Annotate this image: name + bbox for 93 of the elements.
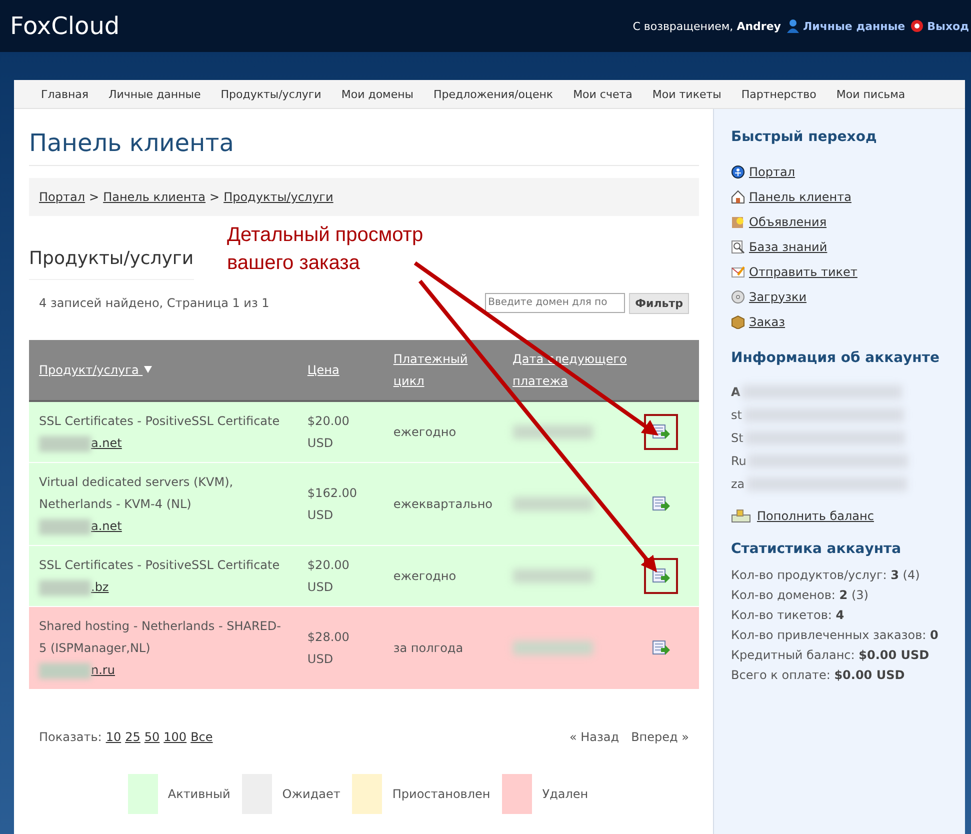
details-icon[interactable] (652, 496, 670, 512)
breadcrumb-link[interactable]: Продукты/услуги (224, 190, 334, 204)
house-icon (731, 190, 745, 204)
page-size-link[interactable]: Все (190, 730, 213, 744)
account-info-text: Ru (731, 454, 746, 468)
account-info-text: St (731, 430, 744, 444)
price: $28.00 USD (307, 630, 350, 666)
domain-filter-field[interactable]: Введите домен для по (485, 292, 626, 312)
quick-link[interactable]: Портал (749, 164, 795, 178)
product-name: Virtual dedicated servers (KVM), Netherlands - KVM-4 (NL) (39, 474, 234, 513)
next-link[interactable]: Вперед » (631, 730, 689, 744)
blurred-area (39, 580, 91, 596)
section-title: Продукты/услуги (29, 248, 194, 280)
nav-item[interactable]: Предложения/оценк (434, 88, 554, 100)
nav-item[interactable]: Главная (41, 88, 89, 100)
page-size-link[interactable]: 50 (144, 730, 160, 744)
logout-link[interactable]: Выход (910, 19, 969, 33)
money-icon (731, 509, 751, 523)
billing-cycle: ежегодно (393, 425, 456, 439)
nav-item[interactable]: Мои письма (836, 88, 906, 100)
legend-label: Удален (542, 787, 588, 801)
prev-link[interactable]: « Назад (570, 730, 620, 744)
records-info: 4 записей найдено, Страница 1 из 1 (39, 296, 270, 310)
product-name: SSL Certificates - PositiveSSL Certificate (39, 413, 281, 430)
stat-line: Кредитный баланс: $0.00 USD (731, 647, 930, 664)
stat-line: Кол-во продуктов/услуг: 3 (4) (731, 567, 921, 584)
nav-item[interactable]: Мои домены (341, 88, 414, 100)
billing-cycle: за полгода (393, 641, 464, 655)
legend-label: Активный (168, 787, 230, 801)
price: $162.00 USD (307, 486, 358, 522)
user-icon (786, 19, 800, 33)
domain-link[interactable]: a.net (91, 519, 122, 533)
nav-item[interactable]: Продукты/услуги (220, 88, 322, 100)
blurred-area (39, 662, 91, 679)
billing-cycle: ежеквартально (393, 497, 492, 511)
box-icon (731, 314, 745, 328)
account-info-text: za (731, 476, 745, 490)
nav-item[interactable]: Мои счета (573, 88, 632, 100)
stat-line: Кол-во доменов: 2 (3) (731, 587, 870, 604)
page-size-link[interactable]: 10 (106, 730, 122, 744)
blurred-area (39, 518, 91, 535)
details-icon[interactable] (652, 424, 670, 440)
envelope-icon (731, 264, 745, 278)
welcome-text: С возвращением, Andrey (632, 20, 781, 32)
notice-icon (731, 214, 745, 228)
legend-label: Приостановлен (392, 787, 490, 801)
power-icon (910, 19, 924, 33)
details-icon[interactable] (652, 568, 670, 584)
domain-link[interactable]: a.net (91, 436, 122, 450)
globe-icon (731, 164, 745, 178)
top-up-link[interactable]: Пополнить баланс (757, 509, 874, 523)
quick-link[interactable]: Отправить тикет (749, 264, 858, 278)
nav-item[interactable]: Партнерство (741, 88, 816, 100)
stats-title: Статистика аккаунта (731, 541, 902, 557)
breadcrumb-separator: > (210, 190, 220, 204)
quick-link[interactable]: База знаний (749, 240, 828, 254)
legend-label: Ожидает (282, 787, 340, 801)
domain-link[interactable]: .bz (91, 580, 109, 594)
stat-line: Кол-во тикетов: 4 (731, 607, 846, 624)
quick-link[interactable]: Объявления (749, 214, 827, 228)
account-info-text: A (731, 384, 740, 398)
product-name: Shared hosting - Netherlands - SHARED-5 (ISPManager,NL) (39, 618, 282, 657)
domain-link[interactable]: n.ru (91, 663, 115, 677)
annotation-text: Детальный просмотр вашего заказа (227, 223, 424, 276)
filter-button[interactable]: Фильтр (629, 292, 689, 314)
disc-icon (731, 290, 745, 304)
blurred-area (39, 436, 91, 452)
page-size-link[interactable]: 100 (164, 730, 187, 744)
nav-item[interactable]: Личные данные (108, 88, 201, 100)
breadcrumb-separator: > (89, 190, 100, 204)
stat-line: Кол-во привлеченных заказов: 0 (731, 627, 940, 644)
quick-links-title: Быстрый переход (731, 129, 878, 145)
column-header[interactable]: Продукт/услуга (39, 363, 143, 377)
quick-link[interactable]: Панель клиента (749, 190, 852, 204)
logo[interactable]: FoxCloud (10, 12, 120, 40)
nav-item[interactable]: Мои тикеты (652, 88, 722, 100)
account-info-text: st (731, 408, 742, 422)
profile-link[interactable]: Личные данные (786, 19, 906, 33)
details-icon[interactable] (652, 640, 670, 656)
page-size-link[interactable]: 25 (125, 730, 140, 744)
show-label: Показать: (39, 730, 102, 744)
product-name: SSL Certificates - PositiveSSL Certificate (39, 557, 281, 574)
quick-link[interactable]: Заказ (749, 314, 786, 328)
quick-link[interactable]: Загрузки (749, 290, 806, 304)
breadcrumb-link[interactable]: Панель клиента (103, 190, 206, 204)
breadcrumb-link[interactable]: Портал (39, 190, 85, 204)
stat-line: Всего к оплате: $0.00 USD (731, 667, 906, 684)
search-icon (731, 240, 745, 254)
billing-cycle: ежегодно (393, 569, 456, 583)
price: $20.00 USD (307, 414, 350, 450)
page-title: Панель клиента (29, 129, 699, 166)
price: $20.00 USD (307, 558, 350, 594)
account-info-title: Информация об аккаунте (731, 350, 940, 366)
